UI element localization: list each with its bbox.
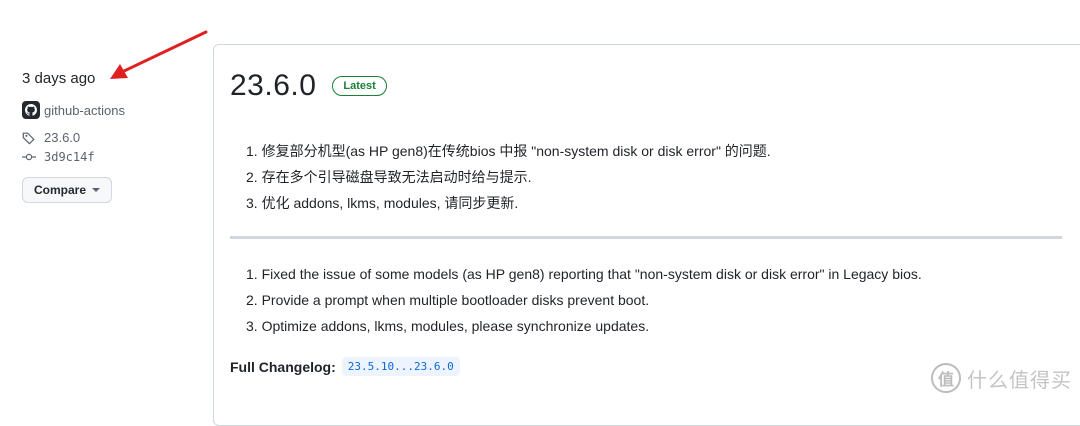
release-notes-cn: 1. 修复部分机型(as HP gen8)在传统bios 中报 "non-sys… <box>246 138 771 216</box>
release-commit[interactable]: 3d9c14f <box>22 150 95 164</box>
release-header: 23.6.0 Latest <box>230 69 387 103</box>
release-author[interactable]: github-actions <box>22 101 125 119</box>
changelog-link[interactable]: 23.5.10...23.6.0 <box>341 357 460 376</box>
watermark: 值 什么值得买 <box>931 363 1072 393</box>
chevron-down-icon <box>92 188 100 192</box>
release-title[interactable]: 23.6.0 <box>230 69 316 103</box>
annotation-arrow-icon <box>110 30 208 79</box>
release-tag[interactable]: 23.6.0 <box>22 130 80 145</box>
release-notes-en: 1. Fixed the issue of some models (as HP… <box>246 261 922 339</box>
github-logo-icon <box>25 104 37 116</box>
list-item: 2. Provide a prompt when multiple bootlo… <box>246 292 650 308</box>
list-item: 2. 存在多个引导磁盘导致无法启动时给与提示. <box>246 169 532 185</box>
tag-icon <box>22 132 35 145</box>
list-item: 1. 修复部分机型(as HP gen8)在传统bios 中报 "non-sys… <box>246 143 771 159</box>
compare-label: Compare <box>33 183 86 197</box>
changelog-label: Full Changelog: <box>230 358 336 375</box>
notes-divider <box>230 236 1062 239</box>
watermark-logo-icon: 值 <box>931 363 961 393</box>
tag-label[interactable]: 23.6.0 <box>44 130 80 145</box>
compare-button[interactable]: Compare <box>22 177 112 203</box>
release-date[interactable]: 3 days ago <box>22 70 95 87</box>
github-actions-avatar[interactable] <box>22 101 40 119</box>
list-item: 1. Fixed the issue of some models (as HP… <box>246 266 922 282</box>
list-item: 3. 优化 addons, lkms, modules, 请同步更新. <box>246 195 519 211</box>
list-item: 3. Optimize addons, lkms, modules, pleas… <box>246 318 650 334</box>
commit-icon <box>22 153 36 161</box>
watermark-text: 什么值得买 <box>967 369 1072 392</box>
full-changelog: Full Changelog: 23.5.10...23.6.0 <box>230 357 460 376</box>
author-name[interactable]: github-actions <box>44 103 125 118</box>
commit-hash[interactable]: 3d9c14f <box>44 150 95 164</box>
latest-badge: Latest <box>332 76 387 96</box>
